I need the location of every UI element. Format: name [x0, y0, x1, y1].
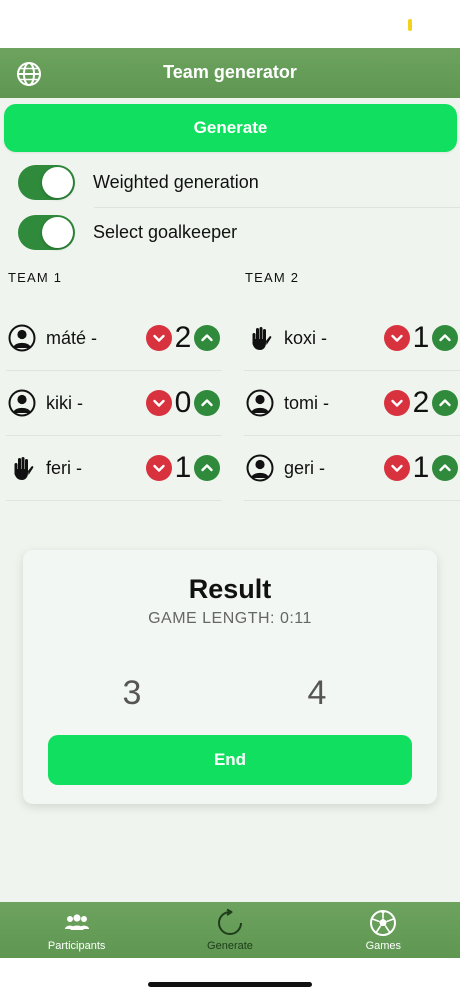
chevron-up-icon: [439, 334, 451, 342]
weighted-generation-label: Weighted generation: [93, 171, 259, 192]
home-indicator-area: [0, 958, 460, 996]
chevron-down-icon: [153, 334, 165, 342]
weight-value: 2: [412, 386, 430, 419]
game-length: GAME LENGTH: 0:11: [148, 610, 312, 627]
player-row: feri - 1: [6, 436, 222, 501]
decrease-weight-button[interactable]: [146, 390, 172, 416]
player-row: koxi - 1: [244, 306, 460, 371]
page-title: Team generator: [163, 62, 297, 82]
team-2-player-list: koxi - 1 tomi - 2 geri - 1: [244, 306, 460, 501]
team-1-score: 3: [122, 674, 142, 712]
tab-label: Games: [365, 940, 402, 952]
select-goalkeeper-row: Select goalkeeper: [18, 212, 460, 252]
player-row: kiki - 0: [6, 371, 222, 436]
weighted-generation-toggle[interactable]: [18, 164, 75, 200]
person-icon: [8, 324, 36, 352]
player-name: geri -: [284, 457, 326, 478]
end-button[interactable]: End: [48, 735, 412, 785]
result-title: Result: [188, 574, 272, 604]
chevron-down-icon: [391, 399, 403, 407]
team-2-score: 4: [307, 674, 327, 712]
team-1-heading: TEAM 1: [8, 270, 63, 285]
chevron-up-icon: [439, 399, 451, 407]
player-row: tomi - 2: [244, 371, 460, 436]
weight-value: 1: [174, 451, 192, 484]
person-icon: [8, 389, 36, 417]
select-goalkeeper-toggle[interactable]: [18, 214, 75, 250]
screen: Team generator Generate Weighted generat…: [0, 0, 460, 996]
player-name: feri -: [46, 457, 82, 478]
chevron-up-icon: [201, 334, 213, 342]
tab-participants[interactable]: Participants: [0, 902, 153, 958]
player-row: geri - 1: [244, 436, 460, 501]
person-icon: [246, 454, 274, 482]
chevron-down-icon: [153, 464, 165, 472]
tab-games[interactable]: Games: [307, 902, 460, 958]
app-header: Team generator: [0, 48, 460, 98]
weight-control: 2: [384, 386, 458, 420]
home-indicator[interactable]: [148, 982, 312, 987]
decrease-weight-button[interactable]: [146, 455, 172, 481]
participants-icon: [64, 914, 89, 930]
increase-weight-button[interactable]: [194, 455, 220, 481]
decrease-weight-button[interactable]: [146, 325, 172, 351]
weight-control: 1: [384, 321, 458, 355]
chevron-down-icon: [391, 464, 403, 472]
tab-bar: Participants Generate Games: [0, 902, 460, 958]
weight-value: 0: [174, 386, 192, 419]
increase-weight-button[interactable]: [194, 390, 220, 416]
divider: [94, 207, 460, 208]
player-name: máté -: [46, 327, 98, 348]
select-goalkeeper-label: Select goalkeeper: [93, 221, 238, 242]
chevron-down-icon: [391, 334, 403, 342]
chevron-up-icon: [439, 464, 451, 472]
hand-icon: [252, 327, 272, 350]
decrease-weight-button[interactable]: [384, 325, 410, 351]
chevron-up-icon: [201, 399, 213, 407]
increase-weight-button[interactable]: [194, 325, 220, 351]
tab-label: Participants: [47, 940, 106, 952]
weight-control: 0: [146, 386, 220, 420]
hand-icon: [14, 457, 34, 480]
increase-weight-button[interactable]: [432, 325, 458, 351]
decrease-weight-button[interactable]: [384, 390, 410, 416]
result-card: Result GAME LENGTH: 0:11 3 4 End: [23, 550, 437, 804]
toggle-knob: [42, 166, 73, 198]
chevron-down-icon: [153, 399, 165, 407]
generate-button[interactable]: Generate: [4, 104, 457, 152]
weight-value: 1: [412, 321, 430, 354]
toggle-knob: [42, 216, 73, 248]
team-2-heading: TEAM 2: [245, 270, 300, 285]
weighted-generation-row: Weighted generation: [18, 162, 460, 208]
player-name: koxi -: [284, 327, 328, 348]
tab-generate[interactable]: Generate: [153, 902, 306, 958]
tab-label: Generate: [207, 940, 253, 952]
soccer-ball-icon: [370, 910, 397, 936]
team-1-player-list: máté - 2 kiki - 0 feri - 1: [6, 306, 222, 501]
main-content: Generate Weighted generation Select goal…: [0, 98, 460, 902]
refresh-icon: [218, 908, 242, 935]
increase-weight-button[interactable]: [432, 390, 458, 416]
weight-control: 1: [384, 451, 458, 485]
battery-indicator-icon: [408, 19, 412, 31]
chevron-up-icon: [201, 464, 213, 472]
player-row: máté - 2: [6, 306, 222, 371]
weight-value: 1: [412, 451, 430, 484]
person-icon: [246, 389, 274, 417]
weight-value: 2: [174, 321, 192, 354]
weight-control: 2: [146, 321, 220, 355]
weight-control: 1: [146, 451, 220, 485]
increase-weight-button[interactable]: [432, 455, 458, 481]
player-name: tomi -: [284, 392, 329, 413]
player-name: kiki -: [46, 392, 83, 413]
status-bar: [0, 0, 460, 48]
decrease-weight-button[interactable]: [384, 455, 410, 481]
